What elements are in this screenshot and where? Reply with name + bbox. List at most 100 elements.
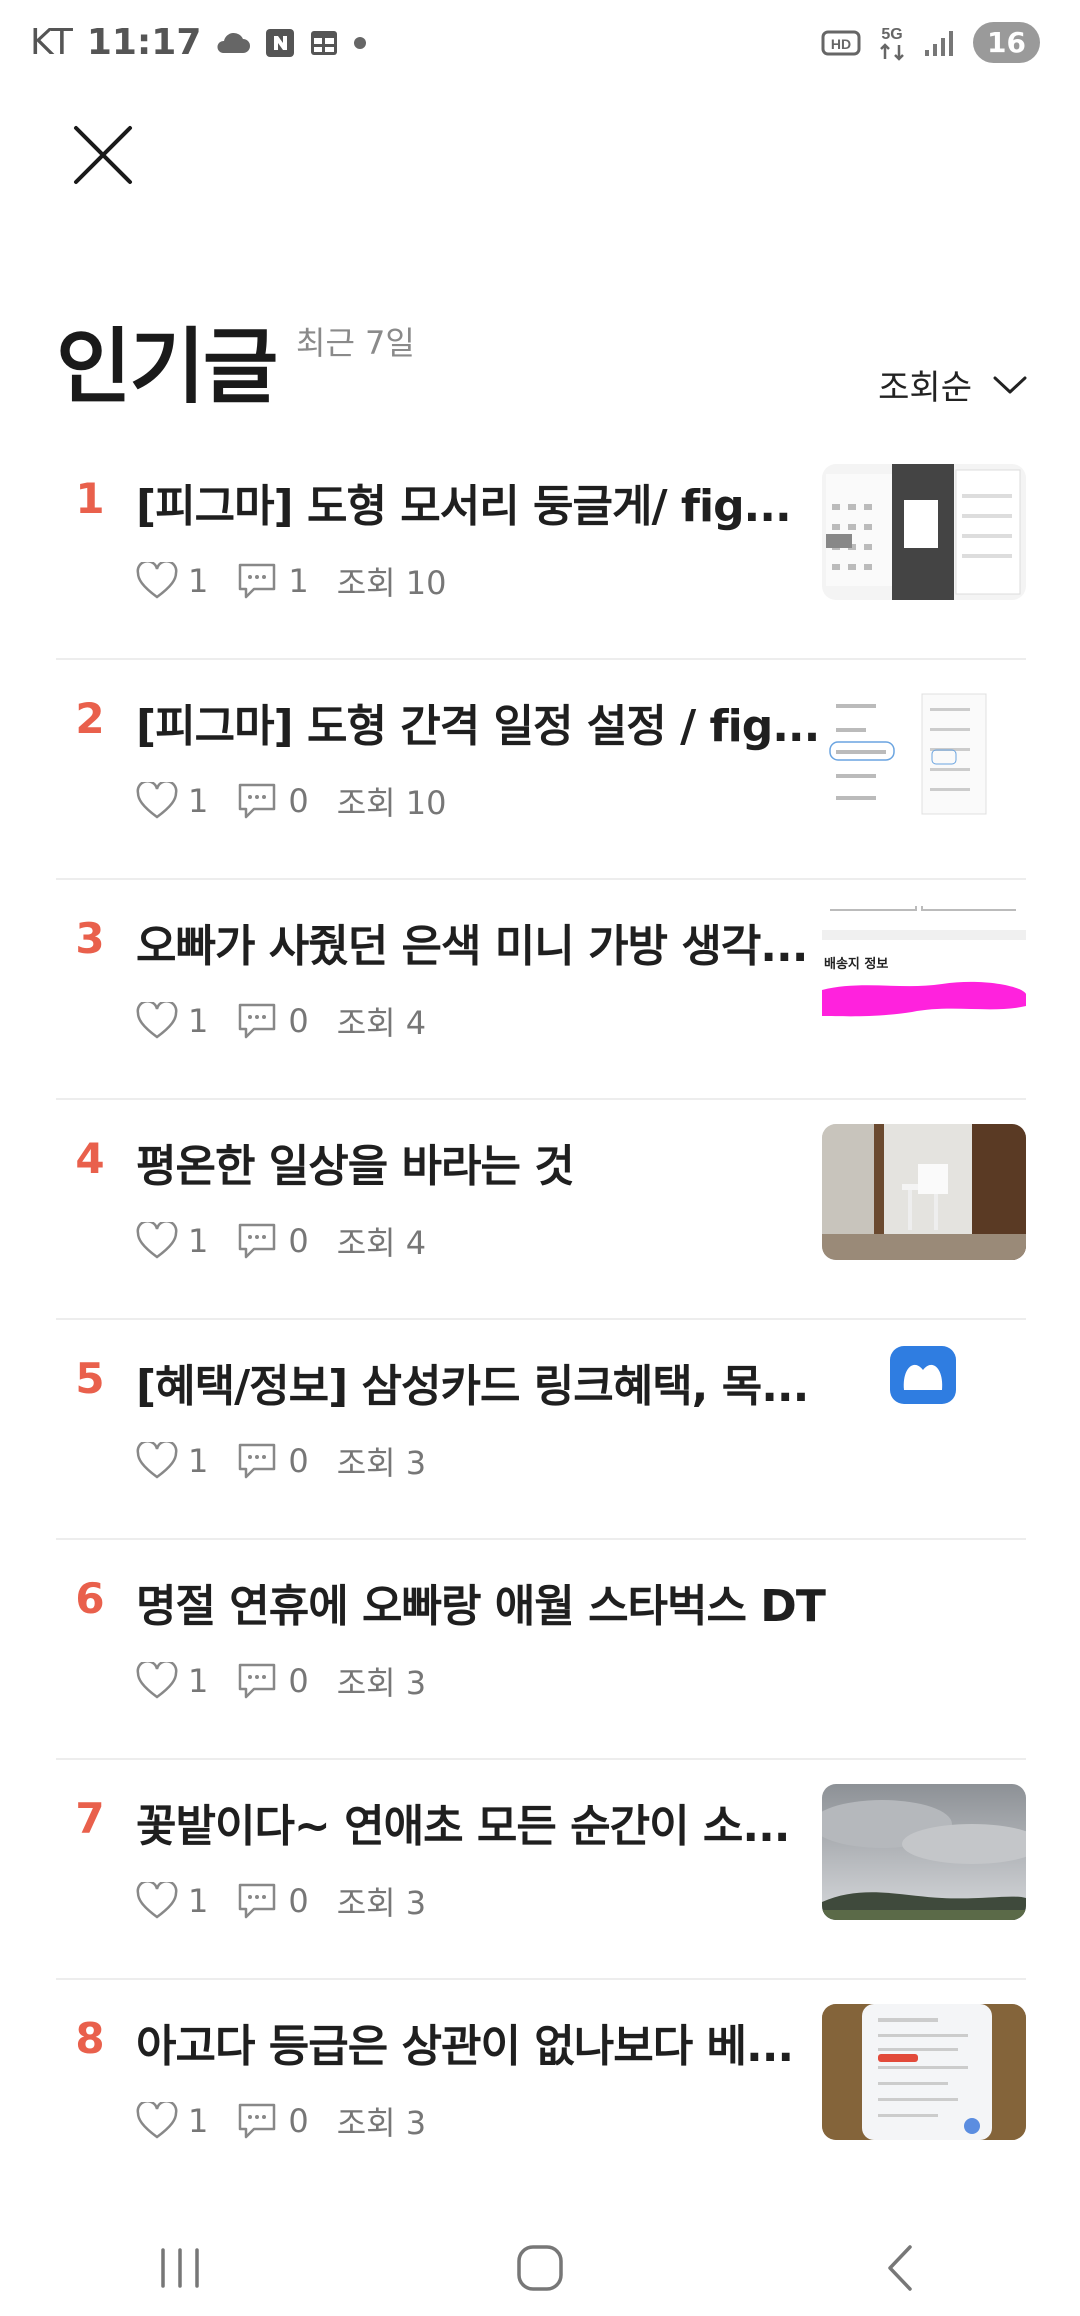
- view-count: 조회 3: [336, 1444, 427, 1482]
- close-icon: [74, 126, 132, 184]
- like-count: 1: [188, 1882, 209, 1920]
- comments: 0: [236, 2101, 309, 2141]
- list-item[interactable]: 8 아고다 등급은 상관이 없나보다 베... 1 0 조회 3: [56, 1980, 1026, 2200]
- comment-count: 0: [288, 1222, 309, 1260]
- chevron-down-icon: [993, 376, 1027, 393]
- rank-number: 2: [75, 694, 105, 743]
- view-count: 조회 10: [336, 784, 447, 822]
- post-title[interactable]: 오빠가 사줬던 은색 미니 가방 생각...: [136, 910, 826, 974]
- view-count: 조회 4: [336, 1224, 427, 1262]
- list-item[interactable]: 5 [혜택/정보] 삼성카드 링크혜택, 목... 1 0 조회 3: [56, 1320, 1026, 1540]
- comment-count: 0: [288, 1442, 309, 1480]
- likes: 1: [136, 782, 208, 820]
- comment-count: 0: [288, 1002, 309, 1040]
- rank-number: 1: [75, 474, 105, 523]
- list-item[interactable]: 6 명절 연휴에 오빠랑 애월 스타벅스 DT 1 0 조회 3: [56, 1540, 1026, 1760]
- comments: 1: [236, 561, 309, 601]
- comment-icon: [239, 563, 276, 599]
- rank-number: 8: [75, 2014, 105, 2063]
- battery-indicator: 16: [973, 22, 1040, 63]
- post-title[interactable]: 평온한 일상을 바라는 것: [136, 1130, 826, 1194]
- back-button[interactable]: [860, 2228, 940, 2308]
- calendar-widget-icon: [311, 30, 338, 55]
- sort-label: 조회순: [878, 368, 972, 408]
- post-meta: 1 1 조회 10: [136, 558, 475, 604]
- cloudy-sky-thumbnail: [822, 1784, 1026, 1920]
- close-button[interactable]: [66, 118, 140, 192]
- post-meta: 1 0 조회 4: [136, 998, 454, 1044]
- list-item[interactable]: 3 오빠가 사줬던 은색 미니 가방 생각... 1 0 조회 4 배송지 정보: [56, 880, 1026, 1100]
- post-meta: 1 0 조회 3: [136, 2098, 454, 2144]
- rank-number: 3: [75, 914, 105, 963]
- comment-icon: [239, 2103, 276, 2139]
- comment-count: 0: [288, 1662, 309, 1700]
- dot-icon: [354, 36, 367, 49]
- shipping-info-label: 배송지 정보: [824, 956, 888, 972]
- post-thumbnail[interactable]: [822, 1784, 1026, 1920]
- comment-count: 0: [288, 782, 309, 820]
- comment-count: 1: [288, 562, 309, 600]
- svg-text:HD: HD: [831, 36, 851, 52]
- likes: 1: [136, 1222, 208, 1260]
- list-item[interactable]: 4 평온한 일상을 바라는 것 1 0 조회 4: [56, 1100, 1026, 1320]
- comments: 0: [236, 1661, 309, 1701]
- list-item[interactable]: 7 꽃밭이다~ 연애초 모든 순간이 소... 1 0 조회 3: [56, 1760, 1026, 1980]
- post-title[interactable]: 명절 연휴에 오빠랑 애월 스타벅스 DT: [136, 1570, 956, 1634]
- comment-count: 0: [288, 2102, 309, 2140]
- comment-icon: [239, 783, 276, 819]
- comments: 0: [236, 1001, 309, 1041]
- list-item[interactable]: 2 [피그마] 도형 간격 일정 설정 / fig... 1 0 조회 10: [56, 660, 1026, 880]
- back-icon: [888, 2245, 912, 2291]
- post-thumbnail[interactable]: 배송지 정보: [822, 904, 1026, 1040]
- view-count: 조회 4: [336, 1004, 427, 1042]
- shipping-form-thumbnail: 배송지 정보: [822, 904, 1026, 1040]
- rank-number: 5: [75, 1354, 105, 1403]
- comment-icon: [239, 1883, 276, 1919]
- phone-photo-thumbnail: [822, 2004, 1026, 2140]
- clock: 11:17: [86, 22, 202, 63]
- comments: 0: [236, 1441, 309, 1481]
- likes: 1: [136, 1442, 208, 1480]
- sort-dropdown[interactable]: 조회순: [878, 360, 1028, 409]
- figma-calendar-thumbnail: [822, 464, 1026, 600]
- naver-icon: [266, 28, 295, 57]
- home-icon: [517, 2245, 563, 2291]
- period-label: 최근 7일: [296, 324, 415, 362]
- post-thumbnail[interactable]: [822, 2004, 1026, 2140]
- rank-number: 4: [75, 1134, 105, 1183]
- post-title[interactable]: 아고다 등급은 상관이 없나보다 베...: [136, 2010, 826, 2074]
- rank-number: 7: [75, 1794, 105, 1843]
- home-button[interactable]: [500, 2228, 580, 2308]
- heart-icon: [136, 782, 178, 819]
- comment-icon: [239, 1443, 276, 1479]
- post-thumbnail[interactable]: [822, 684, 1026, 820]
- post-meta: 1 0 조회 4: [136, 1218, 454, 1264]
- recent-apps-button[interactable]: [140, 2228, 220, 2308]
- post-thumbnail[interactable]: [822, 1124, 1026, 1260]
- post-title[interactable]: [혜택/정보] 삼성카드 링크혜택, 목...: [136, 1350, 826, 1414]
- like-count: 1: [188, 1222, 209, 1260]
- post-thumbnail[interactable]: [822, 1344, 1026, 1480]
- like-count: 1: [188, 1002, 209, 1040]
- room-photo-thumbnail: [822, 1124, 1026, 1260]
- carrier-label: KT: [30, 22, 73, 63]
- likes: 1: [136, 1882, 208, 1920]
- post-title[interactable]: [피그마] 도형 간격 일정 설정 / fig...: [136, 690, 826, 754]
- post-title[interactable]: [피그마] 도형 모서리 둥글게/ fig...: [136, 470, 826, 534]
- like-count: 1: [188, 2102, 209, 2140]
- rank-number: 6: [75, 1574, 105, 1623]
- heart-icon: [136, 562, 178, 599]
- heart-icon: [136, 2102, 178, 2139]
- post-thumbnail[interactable]: [822, 464, 1026, 600]
- post-title[interactable]: 꽃밭이다~ 연애초 모든 순간이 소...: [136, 1790, 826, 1854]
- list-item[interactable]: 1 [피그마] 도형 모서리 둥글게/ fig... 1 1 조회 10: [56, 440, 1026, 660]
- like-count: 1: [188, 782, 209, 820]
- comments: 0: [236, 1221, 309, 1261]
- view-count: 조회 3: [336, 1884, 427, 1922]
- heart-icon: [136, 1442, 178, 1479]
- figma-menu-thumbnail: [822, 684, 1026, 820]
- heart-icon: [136, 1002, 178, 1039]
- status-left: KT 11:17: [30, 22, 367, 63]
- post-meta: 1 0 조회 10: [136, 778, 475, 824]
- comments: 0: [236, 1881, 309, 1921]
